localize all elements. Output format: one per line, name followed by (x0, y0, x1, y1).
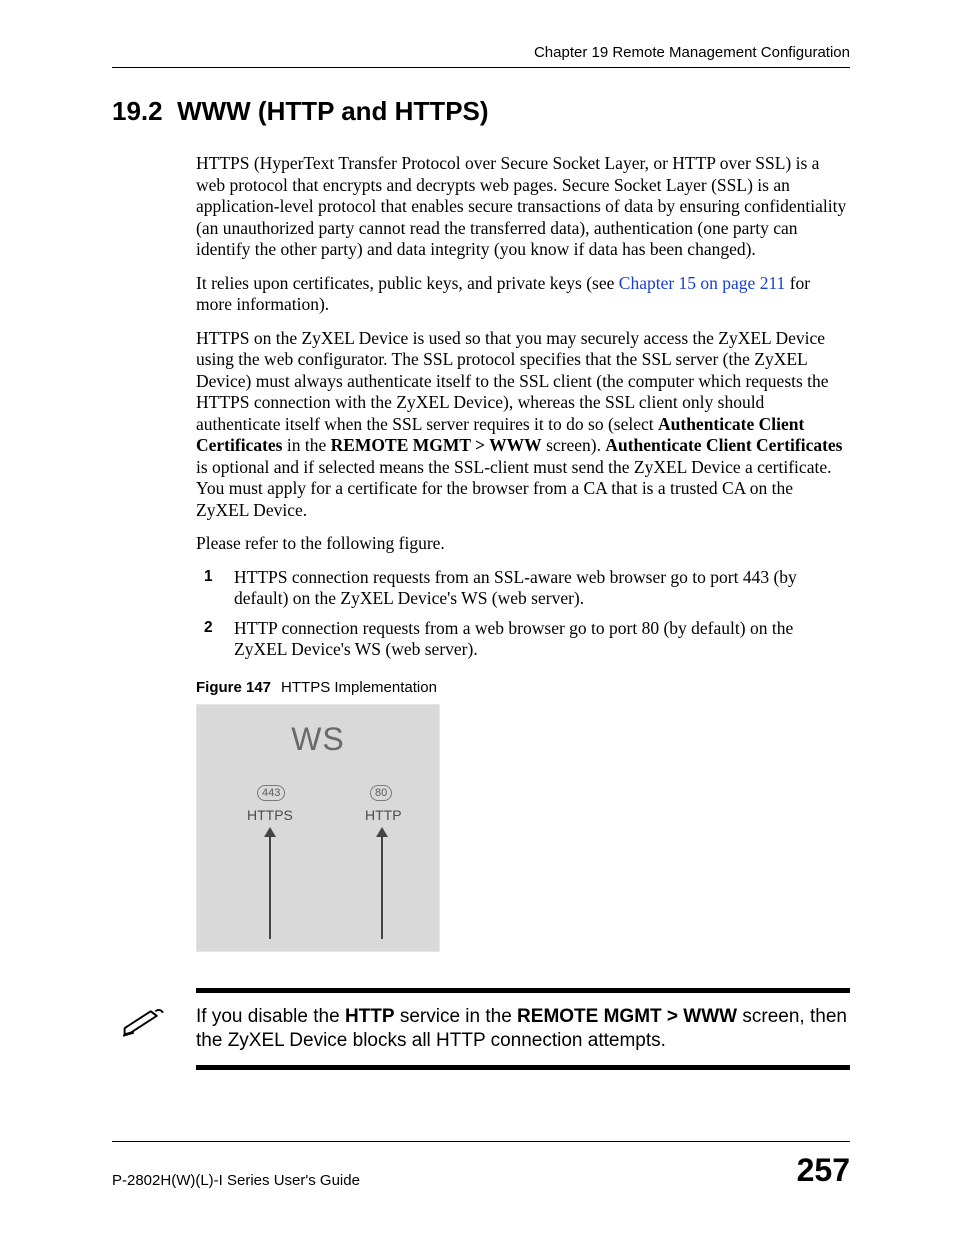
port-80-label: 80 (370, 785, 392, 801)
figure-number: Figure 147 (196, 679, 271, 696)
arrow-icon (381, 829, 383, 939)
paragraph-1: HTTPS (HyperText Transfer Protocol over … (196, 153, 850, 261)
p3-c: in the (282, 435, 330, 455)
paragraph-4: Please refer to the following figure. (196, 533, 850, 555)
footer: P-2802H(W)(L)-I Series User's Guide 257 (112, 1141, 850, 1189)
numbered-list: 1HTTPS connection requests from an SSL-a… (216, 567, 850, 661)
figure-ws-label: WS (197, 721, 439, 758)
page-number: 257 (797, 1152, 850, 1189)
p3-e: screen). (542, 435, 606, 455)
p3-bold-3: Authenticate Client Certificates (605, 435, 842, 455)
section-number: 19.2 (112, 96, 163, 126)
list-item: 1HTTPS connection requests from an SSL-a… (216, 567, 850, 610)
http-label: HTTP (365, 807, 402, 823)
note-icon-cell (112, 1005, 196, 1039)
figure-title: HTTPS Implementation (281, 679, 437, 696)
section-title-text: WWW (HTTP and HTTPS) (177, 96, 488, 126)
page: Chapter 19 Remote Management Configurati… (0, 0, 954, 1235)
list-item-text: HTTP connection requests from a web brow… (234, 618, 793, 660)
figure-147: WS 443 80 HTTPS HTTP (196, 704, 440, 952)
p3-bold-2: REMOTE MGMT > WWW (331, 435, 542, 455)
footer-row: P-2802H(W)(L)-I Series User's Guide 257 (112, 1152, 850, 1189)
https-label: HTTPS (247, 807, 293, 823)
cross-ref-link[interactable]: Chapter 15 on page 211 (619, 273, 786, 293)
port-443-text: 443 (257, 785, 285, 801)
list-item-text: HTTPS connection requests from an SSL-aw… (234, 567, 797, 609)
port-443-label: 443 (257, 785, 285, 801)
note-bottom-rule (196, 1065, 850, 1070)
list-item: 2HTTP connection requests from a web bro… (216, 618, 850, 661)
guide-name: P-2802H(W)(L)-I Series User's Guide (112, 1172, 360, 1189)
header-rule (112, 67, 850, 68)
p3-g: is optional and if selected means the SS… (196, 457, 831, 520)
note-bold-1: HTTP (345, 1006, 395, 1027)
note-t1: If you disable the (196, 1006, 345, 1027)
note-text: If you disable the HTTP service in the R… (196, 1005, 850, 1054)
writing-hand-icon (120, 1005, 166, 1039)
figure-caption: Figure 147 HTTPS Implementation (196, 679, 850, 696)
note-t2: service in the (395, 1006, 518, 1027)
footer-rule (112, 1141, 850, 1142)
note-block: If you disable the HTTP service in the R… (112, 988, 850, 1071)
note-row: If you disable the HTTP service in the R… (112, 993, 850, 1066)
running-head: Chapter 19 Remote Management Configurati… (112, 44, 850, 61)
paragraph-3: HTTPS on the ZyXEL Device is used so tha… (196, 328, 850, 522)
list-number: 2 (204, 618, 213, 637)
p2-before: It relies upon certificates, public keys… (196, 273, 619, 293)
list-number: 1 (204, 567, 213, 586)
paragraph-2: It relies upon certificates, public keys… (196, 273, 850, 316)
arrow-icon (269, 829, 271, 939)
body: HTTPS (HyperText Transfer Protocol over … (196, 153, 850, 952)
note-bold-2: REMOTE MGMT > WWW (517, 1006, 737, 1027)
port-80-text: 80 (370, 785, 392, 801)
section-heading: 19.2 WWW (HTTP and HTTPS) (112, 96, 850, 127)
